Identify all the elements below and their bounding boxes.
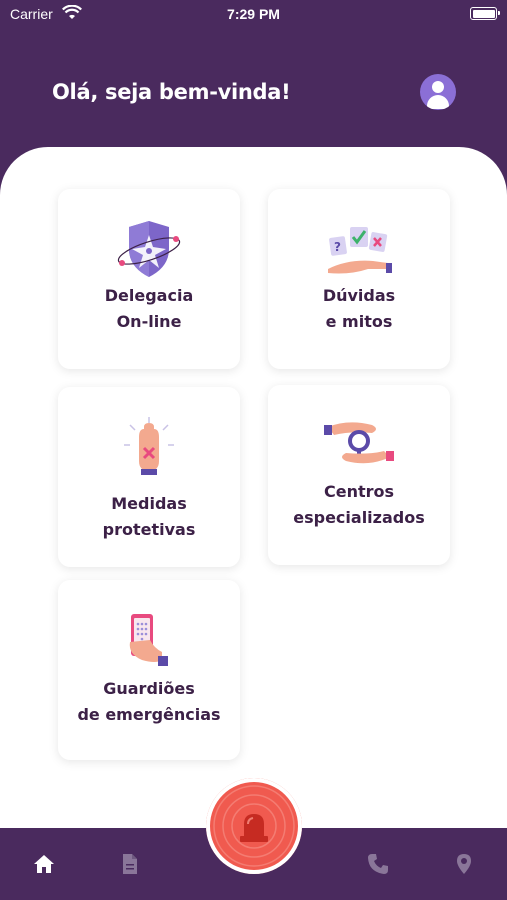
phone-icon[interactable] <box>366 852 390 876</box>
card-label-line-1: Delegacia <box>104 286 194 305</box>
document-icon[interactable] <box>118 852 142 876</box>
svg-text:?: ? <box>334 240 341 254</box>
phone-hand-icon <box>129 614 168 666</box>
police-badge-icon <box>117 221 181 277</box>
siren-icon <box>213 785 295 867</box>
location-pin-icon[interactable] <box>452 852 476 876</box>
greeting-title: Olá, seja bem-vinda! <box>52 80 291 104</box>
card-label-line-2: protetivas <box>102 520 196 539</box>
battery-icon <box>470 7 500 20</box>
card-label-line-2: de emergências <box>77 705 221 724</box>
main-panel: Delegacia On-line ? Dúvidas e mitos Medi… <box>0 147 507 847</box>
card-label-line-2: especializados <box>293 508 425 527</box>
card-duvidas-mitos[interactable]: ? Dúvidas e mitos <box>268 189 450 369</box>
home-icon[interactable] <box>32 852 56 876</box>
female-symbol-hands-icon <box>324 422 394 464</box>
card-guardioes-emergencias[interactable]: Guardiões de emergências <box>58 580 240 760</box>
card-label-line-1: Centros <box>323 482 395 501</box>
card-label-line-1: Medidas <box>111 494 187 513</box>
stop-hand-icon <box>124 417 174 475</box>
card-centros-especializados[interactable]: Centros especializados <box>268 385 450 565</box>
card-medidas-protetivas[interactable]: Medidas protetivas <box>58 387 240 567</box>
user-icon[interactable] <box>420 74 456 110</box>
question-cards-icon: ? <box>328 227 392 274</box>
card-delegacia-online[interactable]: Delegacia On-line <box>58 189 240 369</box>
card-label-line-2: On-line <box>116 312 182 331</box>
card-label-line-1: Guardiões <box>103 679 195 698</box>
status-bar: Carrier 7:29 PM <box>0 0 507 30</box>
card-label-line-1: Dúvidas <box>322 286 396 305</box>
sos-button[interactable] <box>206 778 302 874</box>
clock: 7:29 PM <box>227 6 280 22</box>
card-label-line-2: e mitos <box>325 312 393 331</box>
